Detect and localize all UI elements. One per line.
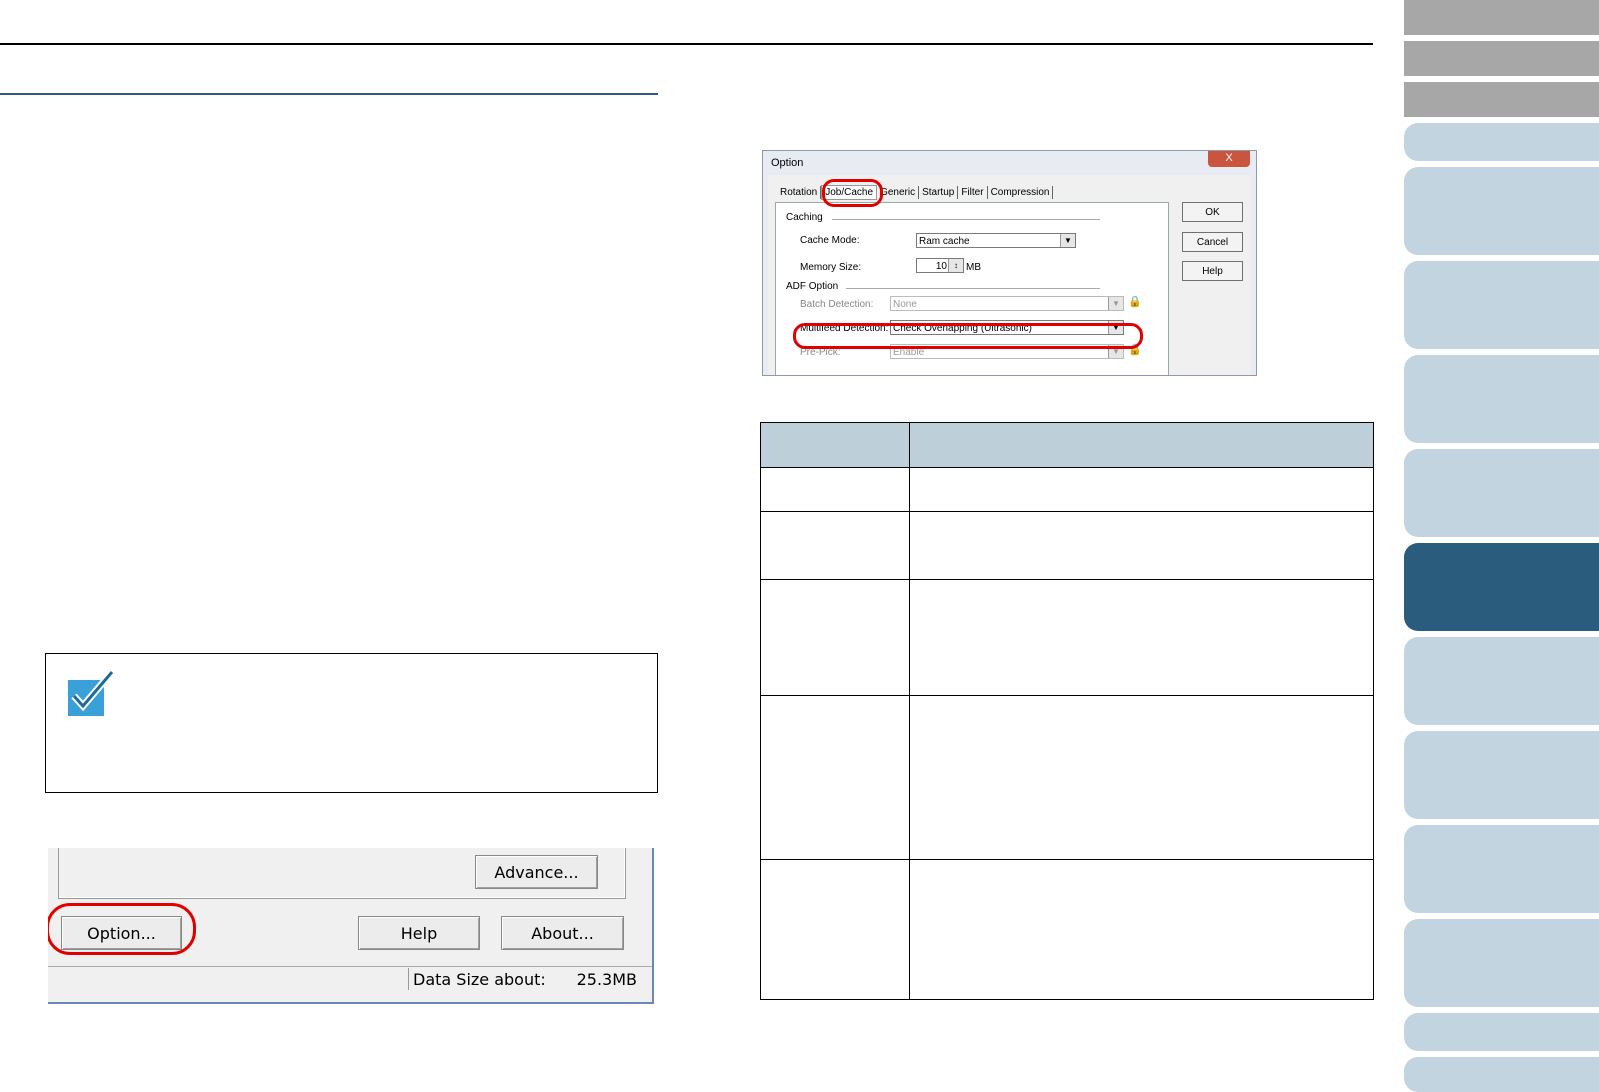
nav-tab-13[interactable] — [1404, 919, 1599, 1007]
table-header-row — [760, 422, 1374, 468]
help-button[interactable]: Help — [358, 916, 480, 950]
settings-table — [760, 422, 1374, 1000]
tab-startup[interactable]: Startup — [919, 186, 959, 199]
table-cell — [760, 511, 910, 580]
batch-detection-value: None — [893, 299, 917, 310]
table-cell — [760, 695, 910, 860]
lock-icon: 🔒 — [1128, 296, 1142, 308]
highlight-job-cache-tab — [822, 179, 883, 207]
table-cell — [909, 467, 1374, 512]
option-dialog: Option X Rotation Job/Cache Generic Startup… — [762, 150, 1257, 376]
cache-mode-value: Ram cache — [919, 236, 970, 247]
table-cell — [760, 579, 910, 696]
nav-tab-7[interactable] — [1404, 355, 1599, 443]
cache-mode-label: Cache Mode: — [800, 235, 860, 246]
job-cache-panel: Caching Cache Mode: Ram cache ▼ Memory S… — [775, 202, 1169, 375]
table-row — [760, 695, 1374, 860]
tab-generic[interactable]: Generic — [877, 186, 920, 199]
nav-tab-15[interactable] — [1404, 1057, 1599, 1092]
data-size-value: 25.3MB — [576, 970, 637, 989]
memory-unit: MB — [966, 262, 981, 273]
spinner-arrows-icon[interactable]: ↕ — [948, 259, 963, 272]
tab-filter[interactable]: Filter — [958, 186, 988, 199]
adf-group-label: ADF Option — [786, 281, 839, 292]
section-rule — [0, 93, 658, 95]
table-cell — [909, 695, 1374, 860]
table-cell — [760, 467, 910, 512]
caching-group-line — [832, 219, 1100, 220]
highlight-multifeed-row — [793, 323, 1143, 349]
highlight-option-button — [48, 903, 196, 955]
nav-tab-14[interactable] — [1404, 1013, 1599, 1051]
nav-tab-11[interactable] — [1404, 731, 1599, 819]
table-header-cell — [909, 422, 1374, 468]
table-row — [760, 859, 1374, 1000]
nav-tab-2[interactable] — [1404, 41, 1599, 76]
chevron-down-icon[interactable]: ▼ — [1060, 234, 1075, 247]
nav-tab-6[interactable] — [1404, 261, 1599, 349]
hint-box — [45, 653, 658, 793]
adf-group-line — [846, 288, 1100, 289]
nav-tab-12[interactable] — [1404, 825, 1599, 913]
tab-compression[interactable]: Compression — [988, 186, 1054, 199]
dialog-tabs: Rotation Job/Cache Generic Startup Filter Com… — [777, 185, 1054, 201]
table-header-cell — [760, 422, 910, 468]
advance-button[interactable]: Advance... — [475, 855, 598, 889]
batch-detection-select[interactable]: None ▼ — [890, 296, 1124, 311]
nav-tab-10[interactable] — [1404, 637, 1599, 725]
nav-tab-9-active[interactable] — [1404, 543, 1599, 631]
tab-rotation[interactable]: Rotation — [777, 186, 822, 199]
data-size-cell: Data Size about: 25.3MB — [408, 968, 641, 990]
nav-tab-4[interactable] — [1404, 123, 1599, 161]
table-cell — [909, 579, 1374, 696]
ok-button[interactable]: OK — [1182, 202, 1243, 222]
memory-size-value: 10 — [935, 261, 947, 272]
table-row — [760, 511, 1374, 580]
chevron-down-icon[interactable]: ▼ — [1108, 297, 1123, 310]
batch-detection-label: Batch Detection: — [800, 299, 874, 310]
dialog-title: Option — [771, 157, 804, 169]
nav-tab-8[interactable] — [1404, 449, 1599, 537]
table-row — [760, 579, 1374, 696]
scan-dialog: Advance... Option... Help About... Data … — [48, 848, 654, 1004]
about-button[interactable]: About... — [501, 916, 624, 950]
table-cell — [909, 859, 1374, 1000]
close-icon[interactable]: X — [1208, 151, 1250, 167]
memory-size-label: Memory Size: — [800, 262, 862, 273]
caching-group-label: Caching — [786, 212, 823, 223]
nav-tab-3[interactable] — [1404, 82, 1599, 117]
checkmark-icon — [68, 670, 114, 716]
table-row — [760, 467, 1374, 512]
nav-tab-1[interactable] — [1404, 0, 1599, 35]
cache-mode-select[interactable]: Ram cache ▼ — [916, 233, 1076, 248]
header-rule — [0, 43, 1373, 45]
nav-tab-5[interactable] — [1404, 167, 1599, 255]
help-button[interactable]: Help — [1182, 261, 1243, 281]
table-cell — [909, 511, 1374, 580]
status-bar: Data Size about: 25.3MB — [48, 966, 652, 993]
cancel-button[interactable]: Cancel — [1182, 232, 1243, 252]
table-cell — [760, 859, 910, 1000]
memory-size-spinner[interactable]: 10 ↕ — [916, 258, 964, 273]
data-size-label: Data Size about: — [413, 970, 546, 989]
